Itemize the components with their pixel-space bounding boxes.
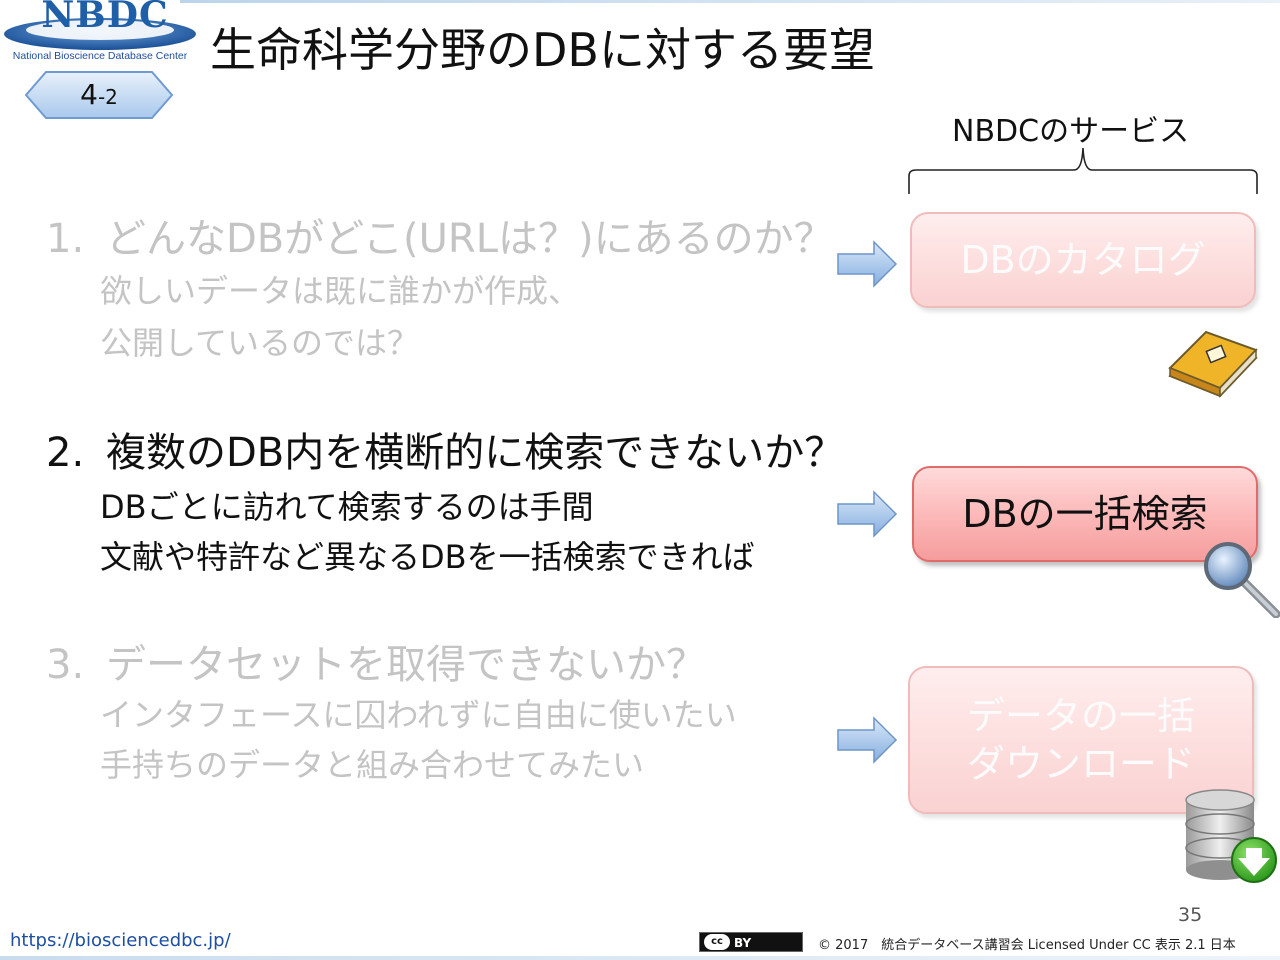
item-1-heading: 1. どんなDBがどこ(URLは？)にあるのか？ [46, 206, 834, 264]
cc-license-badge: cc BY [699, 932, 803, 952]
slide-title: 生命科学分野のDBに対する要望 [210, 23, 875, 77]
item-3-line-2: 手持ちのデータと組み合わせてみたい [100, 746, 645, 784]
badge-main: 4 [80, 78, 98, 111]
badge-sub: -2 [97, 85, 118, 109]
item-2-line-2: 文献や特許など異なるDBを一括検索できれば [100, 538, 755, 576]
item-2-line-1: DBごとに訪れて検索するのは手間 [100, 488, 594, 526]
service-search-label: DBの一括検索 [962, 492, 1208, 536]
logo-wordmark: NBDC [41, 0, 169, 36]
item-1-number: 1. [46, 216, 85, 262]
item-2-heading: 2. 複数のDB内を横断的に検索できないか？ [46, 420, 844, 478]
nbdc-logo: NBDC National Bioscience Database Center [2, 0, 198, 70]
item-3-heading: 3. データセットを取得できないか？ [46, 632, 706, 690]
copyright-text: © 2017 統合データベース講習会 Licensed Under CC 表示 … [818, 938, 1236, 953]
item-3-heading-text: データセットを取得できないか？ [106, 642, 706, 688]
services-brace-icon [908, 147, 1258, 194]
service-catalog-box: DBのカタログ [910, 212, 1256, 308]
section-badge: 4-2 [24, 70, 174, 120]
item-1-line-2: 公開しているのでは？ [100, 324, 420, 362]
item-1-line-1: 欲しいデータは既に誰かが作成、 [100, 272, 581, 310]
item-3-number: 3. [46, 642, 85, 688]
book-icon [1168, 330, 1258, 398]
service-catalog-label: DBのカタログ [960, 238, 1206, 282]
top-decoration-line [180, 0, 1280, 3]
footer-url-link[interactable]: https://biosciencedbc.jp/ [10, 930, 231, 951]
magnifier-icon [1204, 542, 1280, 618]
right-arrow-icon [837, 240, 898, 288]
cc-by-label: BY [734, 936, 752, 950]
item-2-number: 2. [46, 430, 85, 476]
bottom-decoration-line [0, 956, 1280, 960]
item-2-heading-text: 複数のDB内を横断的に検索できないか？ [106, 430, 845, 476]
page-number: 35 [1178, 904, 1203, 926]
item-3-line-1: インタフェースに囚われずに自由に使いたい [100, 696, 737, 734]
right-arrow-icon [837, 716, 898, 764]
logo-subtitle: National Bioscience Database Center [12, 50, 188, 62]
database-download-icon [1185, 789, 1277, 883]
item-1-heading-text: どんなDBがどこ(URLは？)にあるのか？ [106, 216, 834, 262]
right-arrow-icon [837, 490, 898, 538]
service-download-label: データの一括 ダウンロード [966, 694, 1195, 786]
